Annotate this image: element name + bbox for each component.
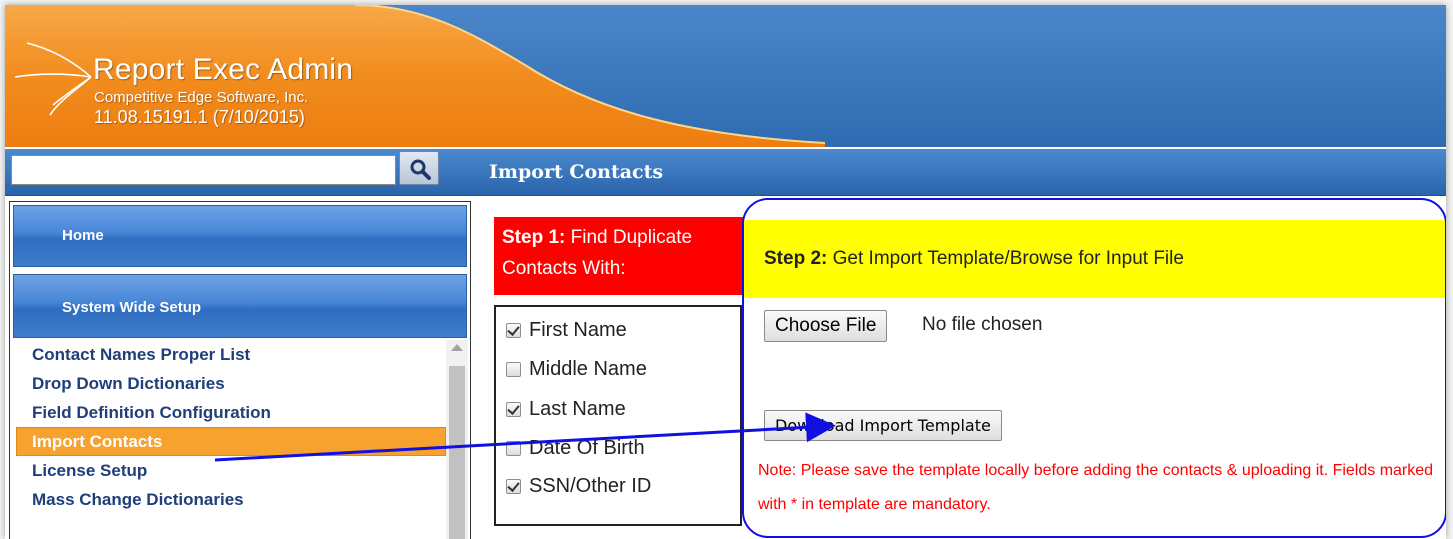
page-title: Import Contacts [489, 161, 664, 183]
duplicate-criteria-box: First Name Middle Name Last Name Date Of… [494, 305, 742, 526]
sidebar-menu-list: Contact Names Proper List Drop Down Dict… [10, 340, 446, 514]
ssn-other-id-label: SSN/Other ID [529, 474, 652, 497]
sidebar-item-contact-names-proper-list[interactable]: Contact Names Proper List [10, 340, 446, 369]
nav-home[interactable]: Home [13, 205, 467, 267]
nav-system-wide-setup-label: System Wide Setup [62, 299, 202, 316]
search-input[interactable] [11, 155, 396, 185]
step2-header: Step 2: Get Import Template/Browse for I… [744, 220, 1445, 298]
option-ssn-other-id[interactable]: SSN/Other ID [506, 471, 651, 501]
file-status: No file chosen [922, 314, 1043, 335]
step1-header: Step 1: Find Duplicate Contacts With: [494, 217, 749, 295]
nav-home-label: Home [62, 227, 104, 244]
download-import-template-button[interactable]: Download Import Template [764, 410, 1002, 441]
company-name: Competitive Edge Software, Inc. [94, 89, 309, 106]
title-bar: Import Contacts [5, 149, 1446, 196]
date-of-birth-label: Date Of Birth [529, 436, 645, 459]
version-label: 11.08.15191.1 (7/10/2015) [94, 107, 305, 127]
first-name-checkbox[interactable] [506, 322, 521, 338]
app-window: Report Exec Admin Competitive Edge Softw… [5, 5, 1446, 539]
nav-system-wide-setup[interactable]: System Wide Setup [13, 274, 467, 338]
step2-label-text: Get Import Template/Browse for Input Fil… [827, 248, 1184, 269]
sidebar-item-import-contacts[interactable]: Import Contacts [16, 427, 446, 456]
sidebar: Home System Wide Setup Contact Names Pro… [9, 201, 471, 539]
last-name-checkbox[interactable] [506, 401, 521, 417]
option-date-of-birth[interactable]: Date Of Birth [506, 433, 645, 463]
first-name-label: First Name [529, 318, 627, 341]
ssn-other-id-checkbox[interactable] [506, 478, 521, 494]
step2-label-bold: Step 2: [764, 248, 828, 269]
template-note: Note: Please save the template locally b… [758, 462, 1434, 513]
app-header: Report Exec Admin Competitive Edge Softw… [5, 5, 1446, 147]
sidebar-item-license-setup[interactable]: License Setup [10, 456, 446, 485]
option-middle-name[interactable]: Middle Name [506, 354, 647, 384]
search-icon [410, 159, 431, 180]
sidebar-item-field-definition-configuration[interactable]: Field Definition Configuration [10, 398, 446, 427]
option-last-name[interactable]: Last Name [506, 394, 626, 424]
app-title: Report Exec Admin [93, 53, 354, 86]
sidebar-item-drop-down-dictionaries[interactable]: Drop Down Dictionaries [10, 369, 446, 398]
date-of-birth-checkbox[interactable] [506, 440, 521, 456]
sidebar-scrollbar[interactable] [446, 340, 468, 539]
middle-name-label: Middle Name [529, 357, 647, 380]
choose-file-button[interactable]: Choose File [764, 310, 888, 342]
sidebar-item-mass-change-dictionaries[interactable]: Mass Change Dictionaries [10, 485, 446, 514]
middle-name-checkbox[interactable] [506, 361, 521, 377]
search-button[interactable] [399, 151, 439, 185]
option-first-name[interactable]: First Name [506, 315, 627, 345]
step1-label-bold: Step 1: [502, 227, 566, 248]
scroll-up-icon[interactable] [451, 344, 463, 351]
last-name-label: Last Name [529, 397, 626, 420]
step2-panel: Step 2: Get Import Template/Browse for I… [742, 198, 1446, 538]
scroll-thumb[interactable] [449, 366, 465, 539]
